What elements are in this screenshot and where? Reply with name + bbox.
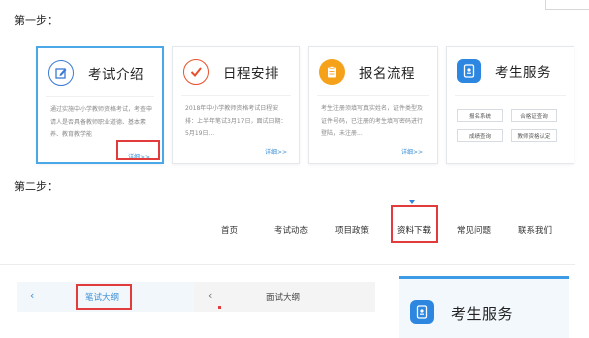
more-link[interactable]: 详细>>	[401, 147, 423, 156]
service-button[interactable]: 成绩查询	[457, 129, 503, 142]
clipboard-icon	[319, 59, 345, 85]
checkmark-icon	[183, 59, 209, 85]
highlight-box	[391, 205, 438, 243]
nav-active-indicator	[409, 200, 415, 204]
nav-item-contact[interactable]: 联系我们	[518, 224, 552, 236]
card-title: 报名流程	[359, 66, 415, 82]
card-title: 日程安排	[223, 66, 279, 82]
nav-item-faq[interactable]: 常见问题	[457, 224, 491, 236]
card-description: 通过实施中小学教师资格考试，考查申请人是否具备教师职业道德、基本素养、教育教学能	[50, 106, 153, 138]
window-corner	[545, 0, 589, 10]
card-candidate-service[interactable]: 考生服务 报名系统 合格证查询 成绩查询 教师资格认定	[446, 46, 574, 164]
nav-item-home[interactable]: 首页	[221, 224, 238, 236]
edit-icon	[48, 60, 74, 86]
service-button[interactable]: 教师资格认定	[511, 129, 557, 142]
highlight-box	[116, 140, 160, 160]
more-link[interactable]: 详细>>	[265, 147, 287, 156]
nav-item-exam-news[interactable]: 考试动态	[274, 224, 308, 236]
step1-label: 第一步：	[14, 14, 58, 27]
highlight-box	[76, 284, 132, 310]
service-button[interactable]: 报名系统	[457, 109, 503, 122]
card-schedule[interactable]: 日程安排 2018年中小学教师资格考试日程安排：上半年笔试3月17日，面试日期：…	[172, 46, 300, 164]
tab-marker	[218, 306, 221, 309]
step2-label: 第二步：	[14, 180, 58, 193]
card-divider	[317, 95, 429, 96]
chevron-left-icon[interactable]: ‹	[30, 289, 34, 302]
nav-item-policy[interactable]: 项目政策	[335, 224, 369, 236]
id-card-icon	[410, 300, 434, 324]
card-divider	[455, 95, 566, 96]
chevron-left-icon[interactable]: ‹	[208, 289, 212, 302]
candidate-service-panel[interactable]: 考生服务	[399, 276, 569, 338]
card-registration[interactable]: 报名流程 考生注册须填写真实姓名，证件类型及证件号码，已注册的考生填写密码进行登…	[308, 46, 438, 164]
tab-interview-outline[interactable]: 面试大纲	[266, 291, 300, 303]
service-title: 考生服务	[451, 305, 514, 323]
card-title: 考生服务	[495, 65, 551, 81]
card-divider	[181, 95, 291, 96]
id-card-icon	[457, 59, 481, 83]
card-description: 2018年中小学教师资格考试日程安排：上半年笔试3月17日，面试日期：5月19日…	[185, 105, 287, 137]
nav-divider	[0, 264, 575, 265]
card-description: 考生注册须填写真实姓名，证件类型及证件号码，已注册的考生填写密码进行登陆，未注册…	[321, 105, 424, 137]
service-button[interactable]: 合格证查询	[511, 109, 557, 122]
card-title: 考试介绍	[88, 67, 144, 83]
card-divider	[46, 96, 154, 97]
